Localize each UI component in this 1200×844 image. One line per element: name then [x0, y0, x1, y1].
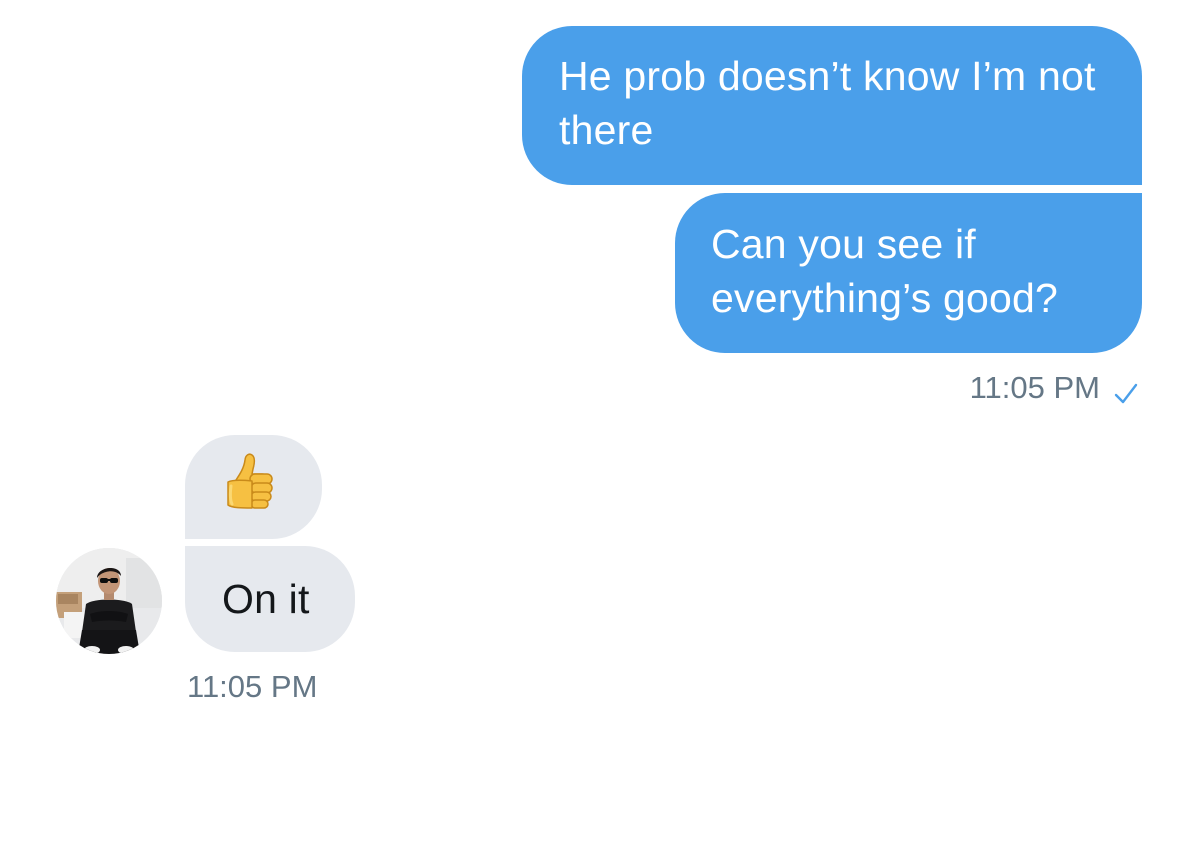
- received-message-bubble[interactable]: On it: [185, 546, 355, 652]
- sent-timestamp: 11:05 PM: [969, 370, 1100, 405]
- checkmark-icon: [1114, 376, 1138, 404]
- sent-message-bubble[interactable]: Can you see if everything’s good?: [675, 193, 1142, 353]
- avatar[interactable]: [56, 548, 162, 654]
- received-emoji-bubble[interactable]: [185, 435, 322, 539]
- received-timestamp: 11:05 PM: [187, 669, 318, 704]
- sent-message-meta: 11:05 PM: [970, 368, 1138, 408]
- thumbs-up-icon: [222, 450, 282, 525]
- sent-message-bubble[interactable]: He prob doesn’t know I’m not there: [522, 26, 1142, 185]
